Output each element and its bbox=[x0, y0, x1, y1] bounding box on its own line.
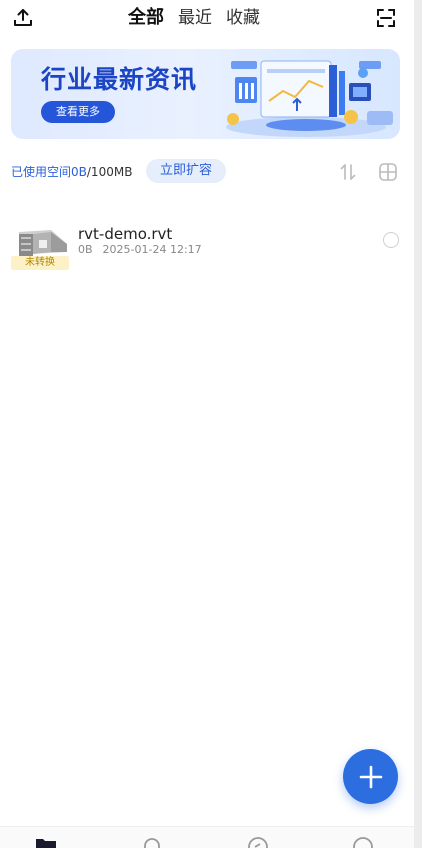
tab-recent[interactable]: 最近 bbox=[178, 6, 212, 30]
storage-usage: 已使用空间0B/100MB bbox=[11, 163, 132, 181]
upload-icon[interactable] bbox=[11, 6, 35, 30]
top-bar: 全部 最近 收藏 bbox=[0, 0, 414, 38]
files-icon[interactable] bbox=[34, 835, 58, 848]
file-size: 0B bbox=[78, 243, 93, 256]
file-list-item[interactable]: 未转换 rvt-demo.rvt 0B 2025-01-24 12:17 bbox=[11, 222, 403, 272]
storage-total: /100MB bbox=[86, 165, 133, 179]
banner-title: 行业最新资讯 bbox=[41, 65, 198, 94]
tab-all[interactable]: 全部 bbox=[128, 6, 164, 30]
bottom-nav bbox=[0, 826, 414, 848]
file-date: 2025-01-24 12:17 bbox=[102, 243, 202, 256]
tab-bar: 全部 最近 收藏 bbox=[128, 6, 260, 30]
file-select-radio[interactable] bbox=[383, 232, 399, 248]
grid-view-icon[interactable] bbox=[377, 161, 399, 183]
plus-icon bbox=[359, 765, 382, 788]
file-meta: 0B 2025-01-24 12:17 bbox=[78, 242, 202, 258]
profile-icon[interactable] bbox=[351, 835, 375, 848]
compass-icon[interactable] bbox=[246, 835, 270, 848]
app-root: 全部 最近 收藏 行业最新资讯 查看更多 已使用空间0B/100MB 立即扩容 … bbox=[0, 0, 414, 848]
banner-illustration bbox=[226, 60, 393, 137]
scan-icon[interactable] bbox=[374, 6, 398, 30]
scrollbar[interactable] bbox=[414, 0, 422, 848]
banner-more-button[interactable]: 查看更多 bbox=[41, 101, 115, 123]
storage-used-value: 0B bbox=[71, 165, 87, 179]
conversion-status-badge: 未转换 bbox=[11, 256, 69, 270]
add-button[interactable] bbox=[343, 749, 398, 804]
file-name: rvt-demo.rvt bbox=[78, 225, 173, 243]
storage-bar: 已使用空间0B/100MB 立即扩容 bbox=[11, 158, 401, 186]
expand-storage-button[interactable]: 立即扩容 bbox=[146, 159, 227, 183]
bell-icon[interactable] bbox=[140, 835, 164, 848]
tab-favorites[interactable]: 收藏 bbox=[226, 6, 260, 30]
sort-icon[interactable] bbox=[337, 161, 359, 183]
storage-used-label: 已使用空间 bbox=[11, 165, 72, 179]
news-banner[interactable]: 行业最新资讯 查看更多 bbox=[11, 49, 400, 139]
